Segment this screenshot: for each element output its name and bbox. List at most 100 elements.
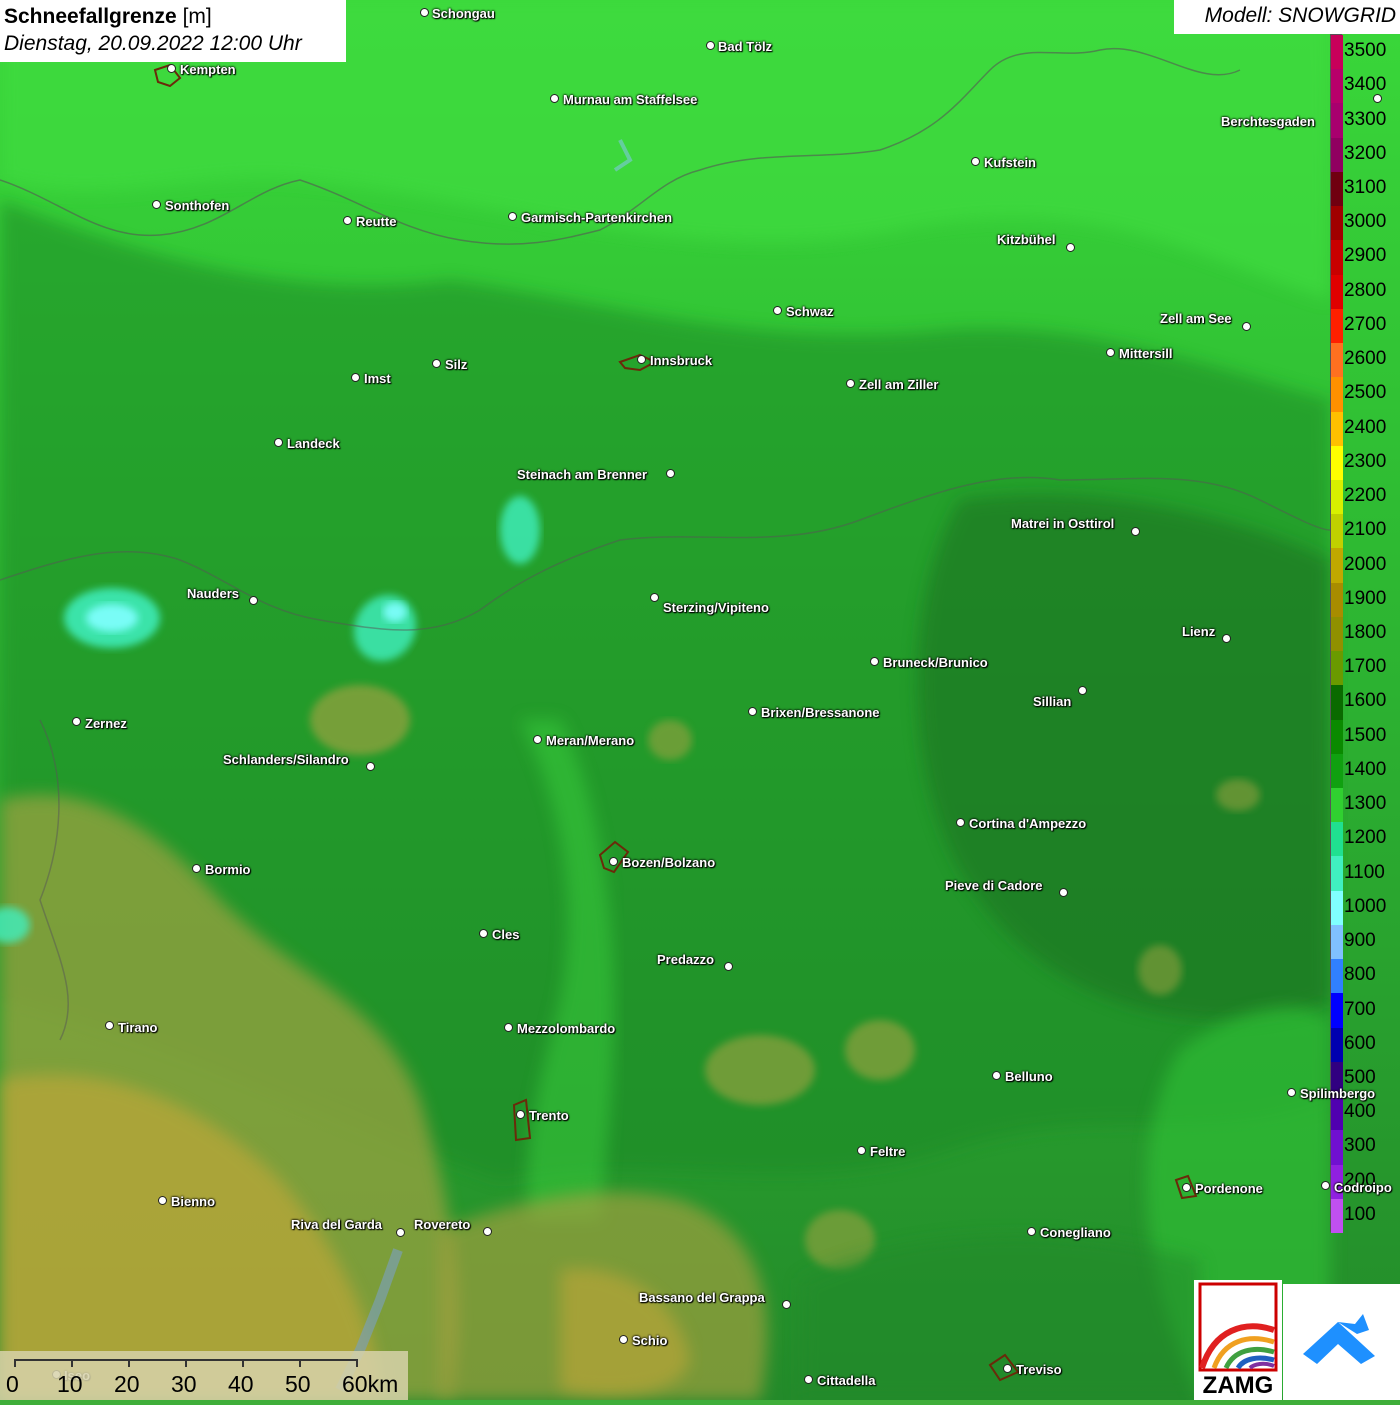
city-label: Nauders (187, 586, 240, 601)
city-marker[interactable] (992, 1071, 1001, 1080)
city-label: Lienz (1182, 624, 1216, 639)
city-marker[interactable] (1003, 1364, 1012, 1373)
map-title: Schneefallgrenze [m] (4, 5, 212, 28)
city-marker[interactable] (1373, 94, 1382, 103)
city-label: Sterzing/Vipiteno (663, 600, 769, 615)
legend-label: 1400 (1344, 758, 1387, 780)
legend-label: 2400 (1344, 416, 1387, 438)
legend-swatch (1331, 1096, 1343, 1131)
legend-swatch (1331, 35, 1343, 70)
city-label: Innsbruck (650, 353, 713, 368)
city-marker[interactable] (971, 157, 980, 166)
city-marker[interactable] (706, 41, 715, 50)
city-marker[interactable] (650, 593, 659, 602)
city-marker[interactable] (479, 929, 488, 938)
legend-swatch (1331, 377, 1343, 412)
city-marker[interactable] (152, 200, 161, 209)
city-label: Schio (632, 1333, 668, 1348)
scale-tick-label: 10 (57, 1371, 83, 1397)
city-marker[interactable] (351, 373, 360, 382)
map-datetime: Dienstag, 20.09.2022 12:00 Uhr (4, 32, 302, 55)
legend-swatch (1331, 171, 1343, 207)
city-marker[interactable] (533, 735, 542, 744)
city-marker[interactable] (167, 64, 176, 73)
city-marker[interactable] (666, 469, 675, 478)
city-label: Bienno (171, 1194, 216, 1209)
city-marker[interactable] (396, 1228, 405, 1237)
legend-label: 1500 (1344, 724, 1387, 746)
city-marker[interactable] (420, 8, 429, 17)
city-label: Bad Tölz (718, 39, 773, 54)
city-marker[interactable] (773, 306, 782, 315)
city-label: Reutte (356, 214, 397, 229)
legend-swatch (1331, 240, 1343, 276)
zamg-logo[interactable]: ZAMG (1194, 1280, 1282, 1400)
city-marker[interactable] (804, 1375, 813, 1384)
city-label: Bassano del Grappa (639, 1290, 765, 1305)
city-marker[interactable] (1222, 634, 1231, 643)
city-marker[interactable] (550, 94, 559, 103)
city-marker[interactable] (1078, 686, 1087, 695)
city-label: Zernez (85, 716, 127, 731)
city-marker[interactable] (1242, 322, 1251, 331)
city-marker[interactable] (508, 212, 517, 221)
legend-swatch (1331, 959, 1343, 994)
city-marker[interactable] (1321, 1181, 1330, 1190)
city-label: Kufstein (984, 155, 1036, 170)
city-marker[interactable] (1059, 888, 1068, 897)
city-marker[interactable] (249, 596, 258, 605)
city-marker[interactable] (192, 864, 201, 873)
city-marker[interactable] (1131, 527, 1140, 536)
city-marker[interactable] (857, 1146, 866, 1155)
scale-tick-label: 20 (114, 1371, 140, 1397)
city-marker[interactable] (619, 1335, 628, 1344)
city-marker[interactable] (72, 717, 81, 726)
city-marker[interactable] (870, 657, 879, 666)
city-marker[interactable] (637, 355, 646, 364)
city-marker[interactable] (748, 707, 757, 716)
legend-label: 800 (1344, 964, 1376, 986)
legend-label: 1300 (1344, 793, 1387, 815)
city-marker[interactable] (483, 1227, 492, 1236)
city-label: Pordenone (1195, 1181, 1263, 1196)
scale-tick-label: 40 (228, 1371, 254, 1397)
city-marker[interactable] (504, 1023, 513, 1032)
city-marker[interactable] (105, 1021, 114, 1030)
city-marker[interactable] (956, 818, 965, 827)
legend-label: 900 (1344, 930, 1376, 952)
city-label: Treviso (1016, 1362, 1062, 1377)
city-label: Rovereto (414, 1217, 471, 1232)
city-marker[interactable] (846, 379, 855, 388)
legend-swatch (1331, 1130, 1343, 1166)
city-marker[interactable] (724, 962, 733, 971)
city-marker[interactable] (516, 1110, 525, 1119)
city-marker[interactable] (343, 216, 352, 225)
legend-swatch (1331, 1027, 1343, 1063)
city-marker[interactable] (782, 1300, 791, 1309)
legend-label: 3300 (1344, 108, 1387, 130)
city-label: Sillian (1033, 694, 1072, 709)
legend-label: 700 (1344, 998, 1376, 1020)
city-marker[interactable] (609, 857, 618, 866)
legend-label: 1000 (1344, 895, 1387, 917)
city-marker[interactable] (1066, 243, 1075, 252)
city-label: Imst (364, 371, 391, 386)
city-label: Bozen/Bolzano (622, 855, 716, 870)
city-label: Schlanders/Silandro (223, 752, 349, 767)
city-marker[interactable] (158, 1196, 167, 1205)
legend-label: 2700 (1344, 313, 1387, 335)
city-label: Meran/Merano (546, 733, 635, 748)
city-marker[interactable] (1182, 1183, 1191, 1192)
city-label: Garmisch-Partenkirchen (521, 210, 673, 225)
city-label: Silz (445, 357, 468, 372)
partner-logo[interactable] (1283, 1284, 1400, 1400)
city-marker[interactable] (366, 762, 375, 771)
city-marker[interactable] (1287, 1088, 1296, 1097)
city-marker[interactable] (1027, 1227, 1036, 1236)
city-marker[interactable] (1106, 348, 1115, 357)
city-marker[interactable] (432, 359, 441, 368)
legend-label: 100 (1344, 1203, 1376, 1225)
city-marker[interactable] (274, 438, 283, 447)
zamg-rainbow-icon (1198, 1282, 1278, 1372)
legend-label: 400 (1344, 1101, 1376, 1123)
